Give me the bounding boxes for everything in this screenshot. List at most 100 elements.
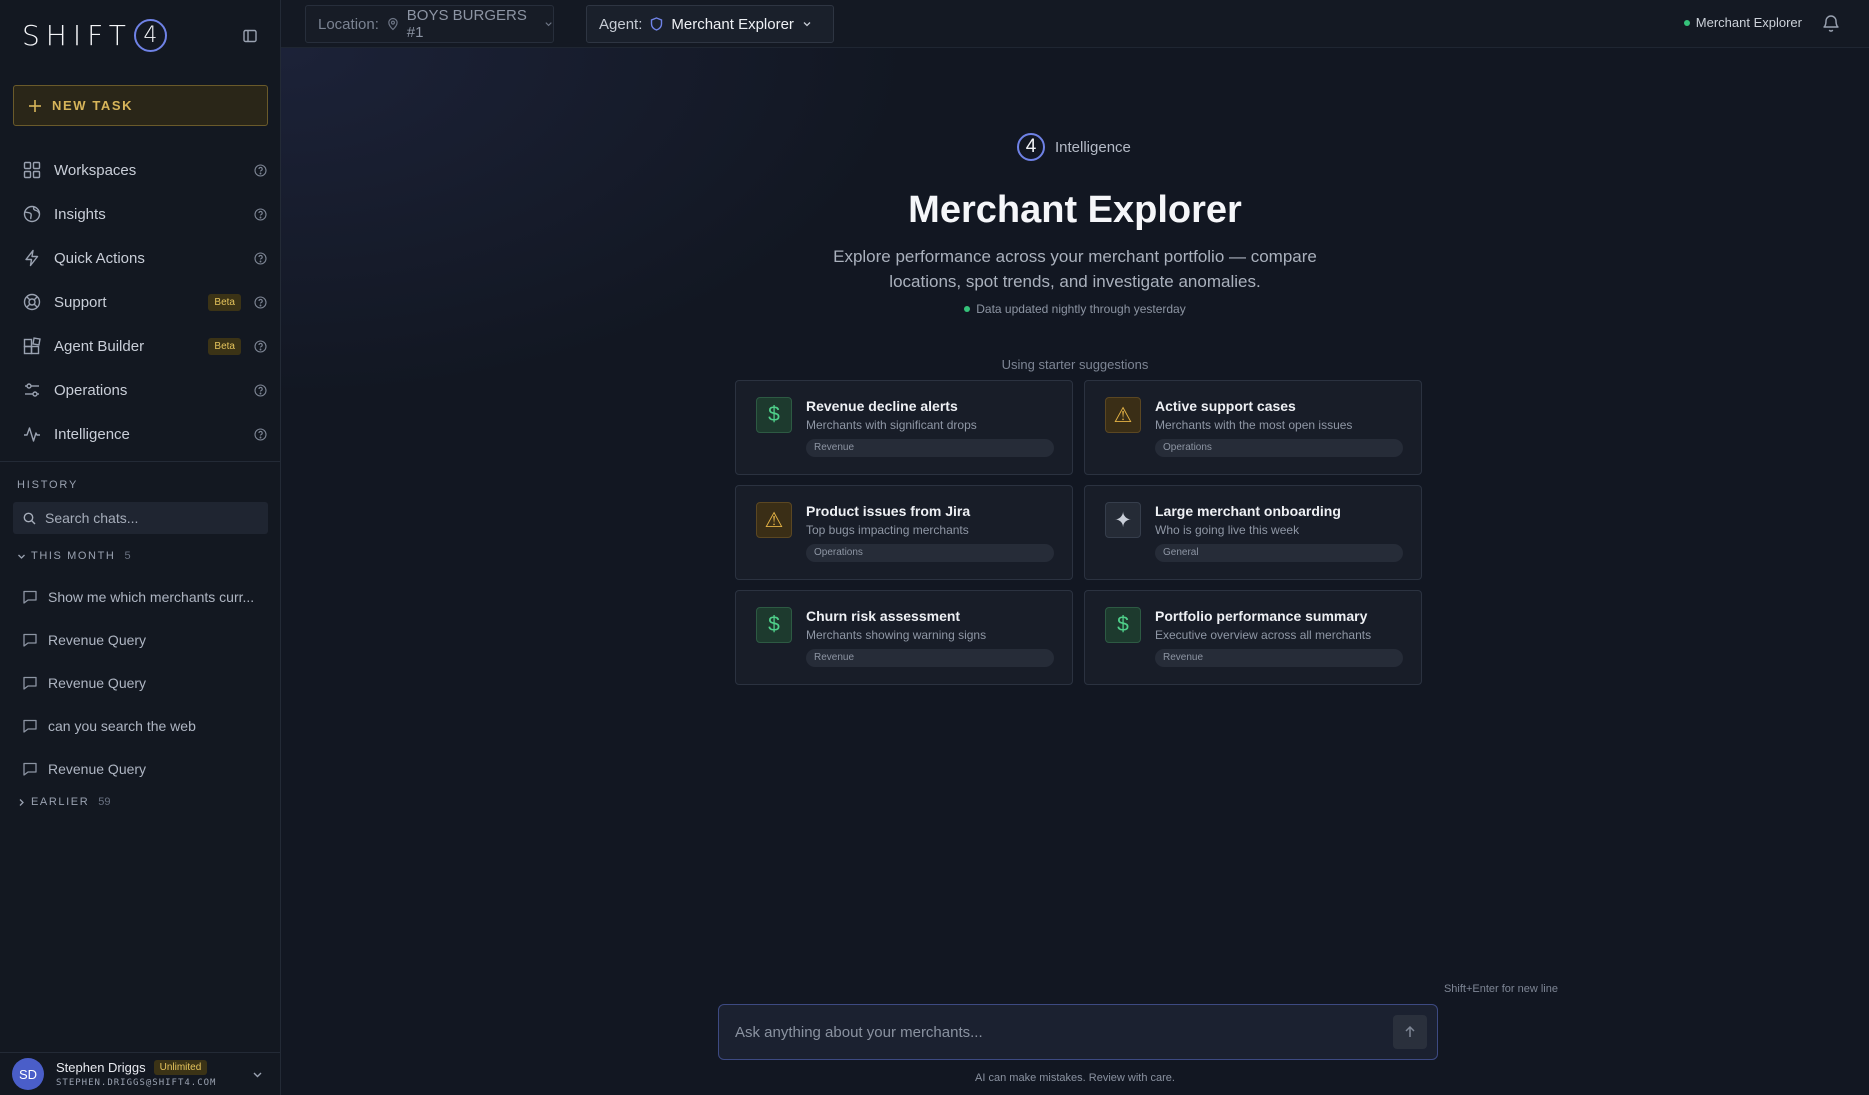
card-description: Executive overview across all merchants	[1155, 628, 1372, 642]
chat-item[interactable]: can you search the web	[0, 704, 281, 747]
sidebar-item-label: Quick Actions	[54, 249, 145, 267]
user-email: STEPHEN.DRIGGS@SHIFT4.COM	[56, 1078, 217, 1088]
chat-item[interactable]: Revenue Query	[0, 747, 281, 790]
ai-disclaimer: AI can make mistakes. Review with care.	[975, 1072, 1175, 1084]
sidebar-item-support[interactable]: Support Beta	[0, 280, 281, 324]
intelligence-brand: 4 Intelligence	[1017, 133, 1131, 161]
card-tag: Revenue	[806, 649, 1054, 667]
dollar-icon: $	[1105, 607, 1141, 643]
help-icon[interactable]	[253, 339, 267, 353]
card-description: Who is going live this week	[1155, 523, 1300, 537]
page-title: Merchant Explorer	[908, 189, 1242, 231]
new-task-button[interactable]: NEW TASK	[13, 85, 268, 126]
status-dot	[964, 306, 971, 312]
card-tag: Operations	[806, 544, 1054, 562]
user-menu-toggle[interactable]	[245, 1069, 269, 1080]
arrow-up-icon	[1405, 1025, 1415, 1037]
chevron-right-icon	[19, 798, 24, 806]
chat-title: Revenue Query	[48, 760, 147, 777]
collapse-sidebar-button[interactable]	[240, 26, 260, 46]
suggestion-card[interactable]: ⚠ Product issues from Jira Top bugs impa…	[735, 485, 1073, 580]
status-text: Merchant Explorer	[1695, 15, 1802, 30]
ask-input[interactable]	[735, 1023, 1393, 1041]
chat-list: Show me which merchants curr... Revenue …	[0, 575, 281, 790]
sidebar-item-label: Insights	[54, 205, 106, 223]
help-icon[interactable]	[253, 163, 267, 177]
lightning-icon	[22, 248, 42, 268]
sidebar-item-insights[interactable]: Insights	[0, 192, 281, 236]
brand-label: Intelligence	[1055, 138, 1131, 156]
chat-item[interactable]: Revenue Query	[0, 618, 281, 661]
suggestion-card[interactable]: $ Portfolio performance summary Executiv…	[1084, 590, 1422, 685]
group-count: 5	[124, 550, 131, 562]
sidebar-item-label: Support	[54, 293, 107, 311]
card-title: Churn risk assessment	[806, 608, 961, 624]
search-icon	[23, 512, 36, 524]
card-title: Portfolio performance summary	[1155, 608, 1368, 624]
user-name: Stephen Driggs	[56, 1060, 146, 1075]
agent-status: Merchant Explorer	[1683, 15, 1802, 30]
suggestion-card[interactable]: $ Revenue decline alerts Merchants with …	[735, 380, 1073, 475]
sidebar-item-intelligence[interactable]: Intelligence	[0, 412, 281, 456]
sidebar-item-workspaces[interactable]: Workspaces	[0, 148, 281, 192]
help-icon[interactable]	[253, 251, 267, 265]
group-label: THIS MONTH	[31, 550, 116, 562]
beta-badge: Beta	[208, 293, 241, 311]
card-description: Merchants showing warning signs	[806, 628, 987, 642]
sidebar-item-label: Operations	[54, 381, 128, 399]
location-select[interactable]: Location: BOYS BURGERS #1	[305, 5, 554, 43]
ask-box[interactable]	[718, 1004, 1438, 1060]
shift4-mark: 4	[1017, 133, 1045, 161]
help-icon[interactable]	[253, 295, 267, 309]
suggestion-card[interactable]: ⚠ Active support cases Merchants with th…	[1084, 380, 1422, 475]
plus-icon	[29, 99, 41, 112]
card-title: Revenue decline alerts	[806, 398, 958, 414]
card-description: Top bugs impacting merchants	[806, 523, 969, 537]
starter-suggestions-label: Using starter suggestions	[1001, 357, 1149, 372]
chat-title: Revenue Query	[48, 674, 147, 691]
suggestion-card[interactable]: $ Churn risk assessment Merchants showin…	[735, 590, 1073, 685]
shift4-logo[interactable]: SHIFT 4	[22, 16, 167, 54]
data-updated-text: Data updated nightly through yesterday	[976, 302, 1186, 316]
chat-title: Revenue Query	[48, 631, 147, 648]
card-tag: Revenue	[1155, 649, 1403, 667]
chat-title: can you search the web	[48, 717, 196, 734]
chat-item[interactable]: Show me which merchants curr...	[0, 575, 281, 618]
page-subtitle: Explore performance across your merchant…	[833, 247, 1317, 291]
user-bar[interactable]: SD Stephen Driggs Unlimited STEPHEN.DRIG…	[0, 1052, 281, 1095]
sidebar-nav: Workspaces Insights Quick Actions Suppor…	[0, 148, 281, 456]
group-count: 59	[98, 796, 111, 808]
card-tag: General	[1155, 544, 1403, 562]
sidebar-item-label: Intelligence	[54, 425, 130, 443]
sidebar-item-agent-builder[interactable]: Agent Builder Beta	[0, 324, 281, 368]
beta-badge: Beta	[208, 337, 241, 355]
agent-label: Agent:	[599, 15, 643, 33]
history-group-earlier[interactable]: EARLIER 59	[17, 794, 111, 810]
map-pin-icon	[388, 17, 398, 31]
dollar-icon: $	[756, 397, 792, 433]
status-dot	[1683, 19, 1690, 26]
lifebuoy-icon	[22, 292, 42, 312]
avatar: SD	[12, 1058, 44, 1090]
help-icon[interactable]	[253, 427, 267, 441]
card-title: Active support cases	[1155, 398, 1296, 414]
group-label: EARLIER	[31, 796, 90, 808]
agent-select[interactable]: Agent: Merchant Explorer	[586, 5, 834, 43]
search-chats-input[interactable]	[45, 510, 268, 526]
location-label: Location:	[318, 15, 379, 33]
suggestion-card[interactable]: ✦ Large merchant onboarding Who is going…	[1084, 485, 1422, 580]
history-group-this-month[interactable]: THIS MONTH 5	[17, 548, 131, 564]
help-icon[interactable]	[253, 207, 267, 221]
sidebar-item-operations[interactable]: Operations	[0, 368, 281, 412]
help-icon[interactable]	[253, 383, 267, 397]
chat-bubble-icon	[23, 762, 37, 776]
data-updated-note: Data updated nightly through yesterday	[281, 302, 1869, 316]
search-chats-box[interactable]	[13, 502, 268, 534]
chat-item[interactable]: Revenue Query	[0, 661, 281, 704]
chevron-down-icon	[253, 1072, 261, 1077]
notifications-button[interactable]	[1821, 13, 1843, 35]
user-name-row: Stephen Driggs Unlimited	[56, 1060, 245, 1075]
send-button[interactable]	[1393, 1015, 1427, 1049]
warning-icon: ⚠	[756, 502, 792, 538]
sidebar-item-quick-actions[interactable]: Quick Actions	[0, 236, 281, 280]
